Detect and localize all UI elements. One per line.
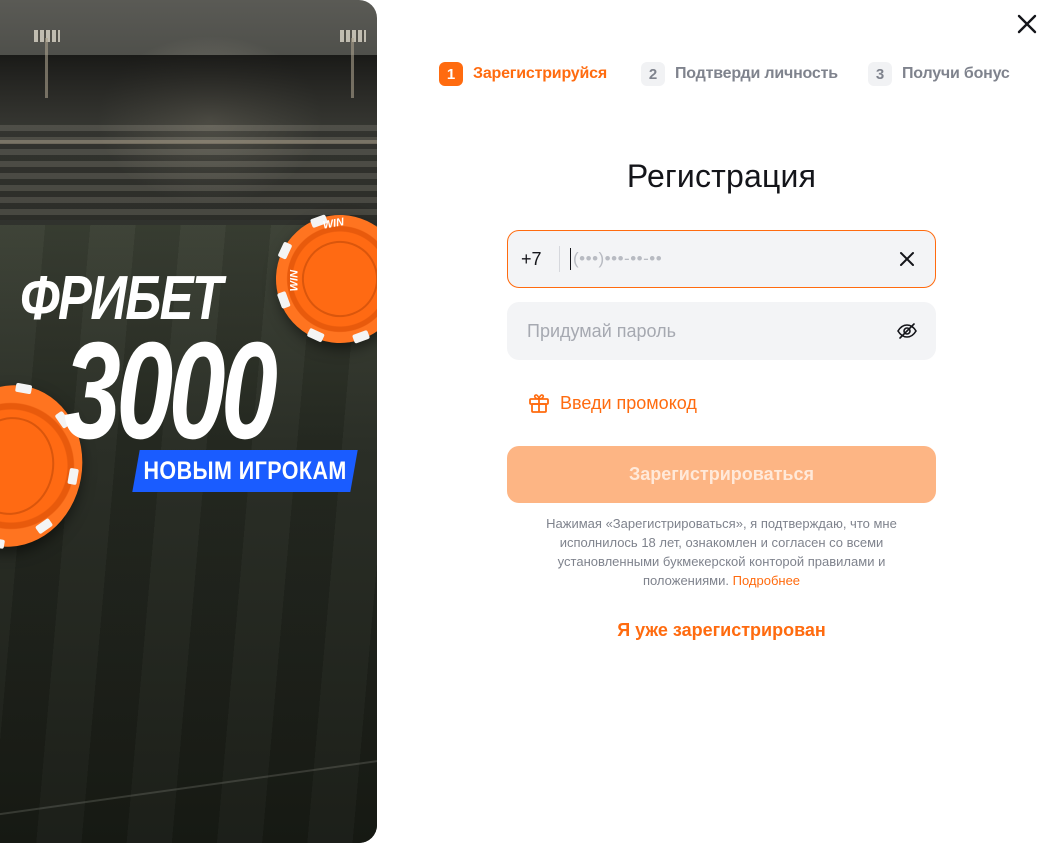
promo-amount: 3000 bbox=[64, 314, 278, 468]
chip-label: WIN bbox=[288, 269, 301, 292]
step-get-bonus: 3 Получи бонус bbox=[868, 62, 1010, 86]
step-label: Подтверди личность bbox=[675, 65, 838, 82]
phone-field: +7 bbox=[507, 230, 936, 288]
password-input[interactable] bbox=[527, 316, 887, 346]
register-button[interactable]: Зарегистрироваться bbox=[507, 446, 936, 503]
promo-badge-label: НОВЫМ ИГРОКАМ bbox=[143, 456, 347, 485]
promocode-link-label: Введи промокод bbox=[560, 392, 697, 413]
step-register: 1 Зарегистрируйся bbox=[439, 62, 607, 86]
phone-input[interactable] bbox=[571, 244, 891, 274]
terms-text: Нажимая «Зарегистрироваться», я подтверж… bbox=[522, 514, 921, 590]
close-button[interactable] bbox=[1013, 10, 1041, 38]
page-title: Регистрация bbox=[626, 158, 817, 194]
pitch-line bbox=[0, 751, 377, 821]
already-registered-link[interactable]: Я уже зарегистрирован bbox=[507, 620, 936, 641]
promocode-link[interactable]: Введи промокод bbox=[527, 390, 697, 416]
promo-badge: НОВЫМ ИГРОКАМ bbox=[132, 450, 358, 492]
step-label: Получи бонус bbox=[902, 65, 1010, 82]
step-verify-identity: 2 Подтверди личность bbox=[641, 62, 838, 86]
step-number: 2 bbox=[641, 62, 665, 86]
stadium-beam bbox=[0, 140, 377, 144]
eye-off-icon[interactable] bbox=[896, 321, 918, 341]
step-label: Зарегистрируйся bbox=[473, 65, 607, 82]
close-icon bbox=[1017, 14, 1037, 34]
stadium-roof bbox=[0, 55, 377, 125]
step-number: 1 bbox=[439, 62, 463, 86]
promo-banner: WIN WIN ФРИБЕТ 3000 НОВЫМ ИГРОКАМ bbox=[0, 0, 377, 843]
step-number: 3 bbox=[868, 62, 892, 86]
password-field bbox=[507, 302, 936, 360]
terms-more-link[interactable]: Подробнее bbox=[733, 573, 800, 588]
gift-icon bbox=[529, 394, 549, 413]
chip-label: WIN bbox=[321, 216, 346, 232]
phone-country-code[interactable]: +7 bbox=[521, 249, 555, 270]
terms-body: Нажимая «Зарегистрироваться», я подтверж… bbox=[546, 516, 897, 588]
clear-icon[interactable] bbox=[897, 249, 917, 269]
divider bbox=[559, 246, 560, 272]
floodlight-pole bbox=[351, 38, 354, 98]
floodlight-pole bbox=[45, 38, 48, 98]
